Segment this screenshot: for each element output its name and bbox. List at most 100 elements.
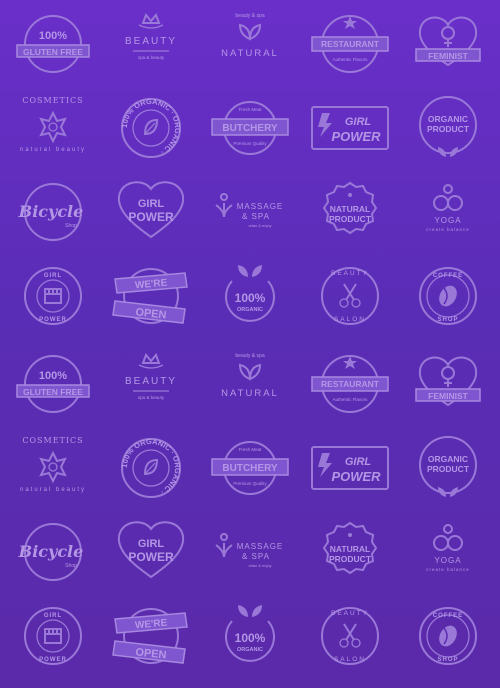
logo-text: Bicycle [18,202,84,221]
logo-text: MASSAGE [237,202,284,211]
logo-text: spa & beauty [138,395,165,400]
logo-text: Authentic Flavors [333,397,369,402]
were-open-badge: WE'RE OPEN [112,268,188,324]
logo-text: POWER [128,550,174,564]
girl-power-heart-badge: GIRL POWER [117,181,185,239]
girl-power-bolt-logo: GIRL POWER [302,425,398,511]
logo-text: Premium Quality [233,481,267,486]
feminist-badge: FEMINIST [415,16,481,67]
logo-text: OPEN [135,306,167,321]
logo-text: SHOP [437,317,458,323]
restaurant-badge: RESTAURANT Authentic Flavors [311,15,389,73]
logo-text: GIRL [138,538,165,550]
massage-badge: MASSAGE & SPA relax & enjoy [215,533,282,568]
organic-circle-logo: 100% ORGANIC · ORGANIC · [103,425,199,511]
beauty-salon-badge: BEAUTY SALON [321,267,379,325]
logo-text: PRODUCT [427,464,470,474]
natural-badge: beauty & spa NATURAL [221,13,277,59]
girl-power-fist-logo: GIRL POWER [5,253,101,339]
natural-logo: beauty & spa NATURAL [202,1,298,87]
logo-text: BUTCHERY [222,123,278,134]
girl-power-bolt-logo: GIRL POWER [302,85,398,171]
logo-text: GLUTEN FREE [23,387,83,397]
organic-100-logo: 100% ORGANIC [202,253,298,339]
girl-power-heart-logo: GIRL POWER [103,509,199,595]
gluten-free-badge: 100% GLUTEN FREE [16,355,90,413]
logo-text: Premium Quality [233,141,267,146]
beauty-logo: BEAUTY spa & beauty [103,1,199,87]
logo-text: NATURAL [221,388,279,399]
were-open-logo: WE'RE OPEN [103,593,199,679]
logo-text: POWER [39,317,67,323]
logo-text: relax & enjoy [248,563,271,568]
yoga-badge: YOGA create balance [426,524,469,572]
girl-power-heart-logo: GIRL POWER [103,169,199,255]
gluten-free-logo: 100% GLUTEN FREE [5,1,101,87]
logo-text: FEMINIST [428,51,468,61]
logo-text: Bicycle [18,542,84,561]
were-open-badge: WE'RE OPEN [112,608,188,664]
logo-text: YOGA [434,556,461,565]
logo-text: & SPA [242,212,270,221]
beauty-badge: BEAUTY spa & beauty [125,353,175,400]
natural-logo: beauty & spa NATURAL [202,341,298,427]
beauty-salon-badge: BEAUTY SALON [321,607,379,665]
logo-text: OPEN [135,646,167,661]
girl-power-fist-logo: GIRL POWER [5,593,101,679]
restaurant-logo: RESTAURANT Authentic Flavors [302,1,398,87]
girl-power-fist-badge: GIRL POWER [24,267,82,325]
logo-text: 100% [235,631,266,645]
girl-power-bolt-badge: GIRL POWER [311,446,389,490]
natural-product-logo: NATURAL PRODUCT [302,169,398,255]
logo-text: 100% [39,30,67,42]
logo-text: & SPA [242,552,270,561]
logo-text: ORGANIC [237,647,263,653]
logo-text: Shop [65,223,77,229]
natural-product-badge: NATURAL PRODUCT [322,521,378,575]
were-open-logo: WE'RE OPEN [103,253,199,339]
massage-logo: MASSAGE & SPA relax & enjoy [202,509,298,595]
cosmetics-logo: COSMETICS natural beauty [5,85,101,171]
logo-text: NATURAL [330,204,370,214]
logo-grid: 100% GLUTEN FREE BEAUTY spa & beauty bea… [0,0,500,688]
beauty-salon-logo: BEAUTY SALON [302,253,398,339]
beauty-badge: BEAUTY spa & beauty [125,13,177,60]
logo-text: Shop [65,563,77,569]
logo-text: COSMETICS [22,96,83,105]
logo-text: POWER [331,469,381,484]
feminist-logo: FEMINIST [400,341,496,427]
logo-text: GLUTEN FREE [23,47,83,57]
logo-text: FEMINIST [428,391,468,401]
beauty-salon-logo: BEAUTY SALON [302,593,398,679]
organic-circle-badge: 100% ORGANIC · ORGANIC · [120,97,182,158]
cosmetics-logo: COSMETICS natural beauty [5,425,101,511]
natural-product-badge: NATURAL PRODUCT [322,181,378,235]
girl-power-fist-badge: GIRL POWER [24,607,82,665]
logo-text: COSMETICS [22,436,83,445]
logo-text: natural beauty [20,147,86,153]
logo-text: SALON [334,316,366,323]
butchery-logo: Fresh Meat BUTCHERY Premium Quality [202,425,298,511]
bicycle-logo: Bicycle Shop [5,169,101,255]
butchery-logo: Fresh Meat BUTCHERY Premium Quality [202,85,298,171]
girl-power-bolt-badge: GIRL POWER [311,106,389,150]
yoga-logo: YOGA create balance [400,509,496,595]
organic-product-badge: ORGANIC PRODUCT [419,96,477,157]
bicycle-badge: Bicycle Shop [18,523,84,581]
logo-text: BEAUTY [125,36,177,47]
logo-text: SHOP [437,657,458,663]
logo-text: ORGANIC [237,307,263,313]
coffee-shop-badge: COFFEE SHOP [419,607,477,665]
feminist-badge: FEMINIST [415,356,481,407]
logo-text: BUTCHERY [222,463,278,474]
logo-text: 100% [39,370,67,382]
logo-text: BEAUTY [331,610,369,617]
logo-text: POWER [331,129,381,144]
gluten-free-badge: 100% GLUTEN FREE [16,15,90,73]
logo-text: PRODUCT [427,124,470,134]
cosmetics-badge: COSMETICS natural beauty [20,96,86,153]
butchery-badge: Fresh Meat BUTCHERY Premium Quality [211,441,289,495]
logo-text: YOGA [434,216,461,225]
organic-product-logo: ORGANIC PRODUCT [400,85,496,171]
logo-text: GIRL [138,198,165,210]
